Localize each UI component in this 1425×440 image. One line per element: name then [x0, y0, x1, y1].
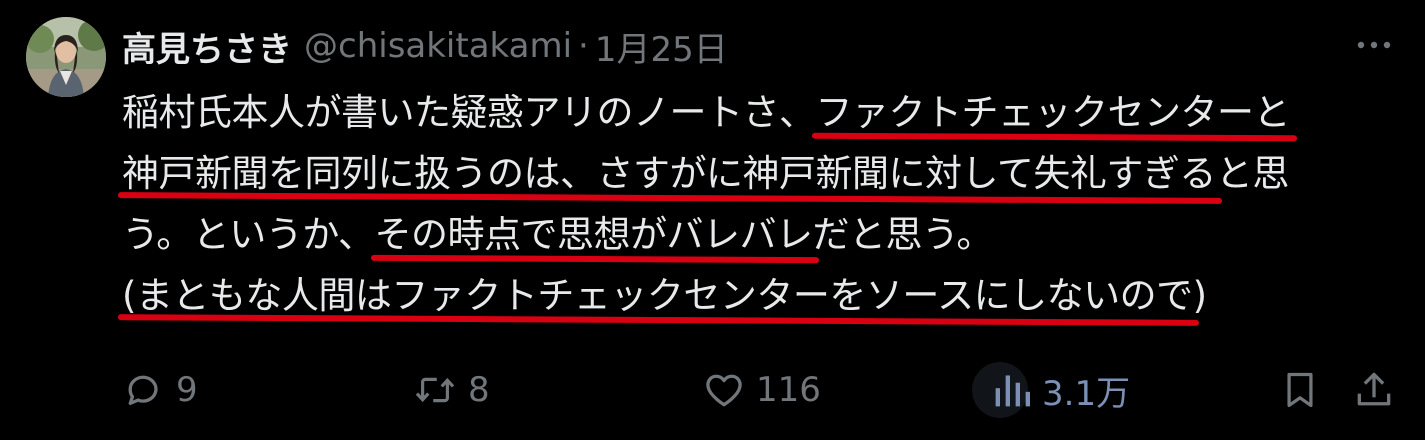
like-count: 116: [756, 370, 821, 410]
heart-icon: [706, 374, 742, 407]
like-button[interactable]: 116: [702, 360, 821, 420]
views-bar-chart-icon: [995, 375, 1030, 407]
tweet-text: 稲村氏本人が書いた疑惑アリのノートさ、ファクトチェックセンターと 神戸新聞を同列…: [122, 82, 1412, 326]
text-plain: だと思う。: [812, 213, 994, 256]
text-plain: ): [1192, 274, 1207, 317]
text-underlined: (まともな人間はファクトチェックセンターをソースにしないので: [122, 265, 1193, 326]
share-icon: [1357, 372, 1391, 406]
retweet-button[interactable]: 8: [412, 360, 490, 420]
text-plain: 稲村氏本人が書いた疑惑アリのノートさ、: [122, 91, 816, 134]
tweet-text-line: 神戸新聞を同列に扱うのは、さすがに神戸新聞に対して失礼すぎると思: [122, 143, 1412, 204]
text-underlined: ファクトチェックセンターと: [816, 82, 1291, 143]
bookmark-button[interactable]: [1280, 360, 1320, 420]
views-count: 3.1万: [1042, 373, 1131, 414]
views-button[interactable]: 3.1万: [972, 360, 1131, 420]
author-name[interactable]: 高見ちさき: [122, 22, 292, 71]
text-plain: と思: [1215, 152, 1290, 195]
action-bar: 9 8 116 3.1万: [0, 360, 1425, 420]
tweet-text-line: 稲村氏本人が書いた疑惑アリのノートさ、ファクトチェックセンターと: [122, 82, 1412, 143]
tweet-text-line: う。というか、その時点で思想がバレバレだと思う。: [122, 204, 1412, 265]
text-underlined: 神戸新聞を同列に扱うのは、さすがに神戸新聞に対して失礼すぎる: [122, 143, 1216, 204]
bookmark-icon: [1287, 372, 1313, 408]
tweet-header: 高見ちさき @chisakitakami · 1月25日: [122, 22, 728, 70]
tweet-text-line: (まともな人間はファクトチェックセンターをソースにしないので): [122, 265, 1412, 326]
more-horizontal-icon[interactable]: [1352, 30, 1396, 60]
tweet-date[interactable]: 1月25日: [595, 22, 728, 71]
reply-icon: [128, 375, 158, 406]
text-underlined: その時点で思想がバレバレ: [375, 204, 814, 265]
reply-count: 9: [176, 370, 198, 410]
author-handle[interactable]: @chisakitakami: [304, 26, 572, 66]
text-plain: う。というか、: [122, 213, 375, 256]
avatar[interactable]: [26, 17, 106, 97]
share-button[interactable]: [1352, 360, 1396, 420]
user-avatar-photo: [26, 17, 106, 97]
retweet-icon: [415, 377, 455, 403]
retweet-count: 8: [468, 370, 490, 410]
reply-button[interactable]: 9: [122, 360, 198, 420]
separator-dot: ·: [578, 26, 589, 66]
